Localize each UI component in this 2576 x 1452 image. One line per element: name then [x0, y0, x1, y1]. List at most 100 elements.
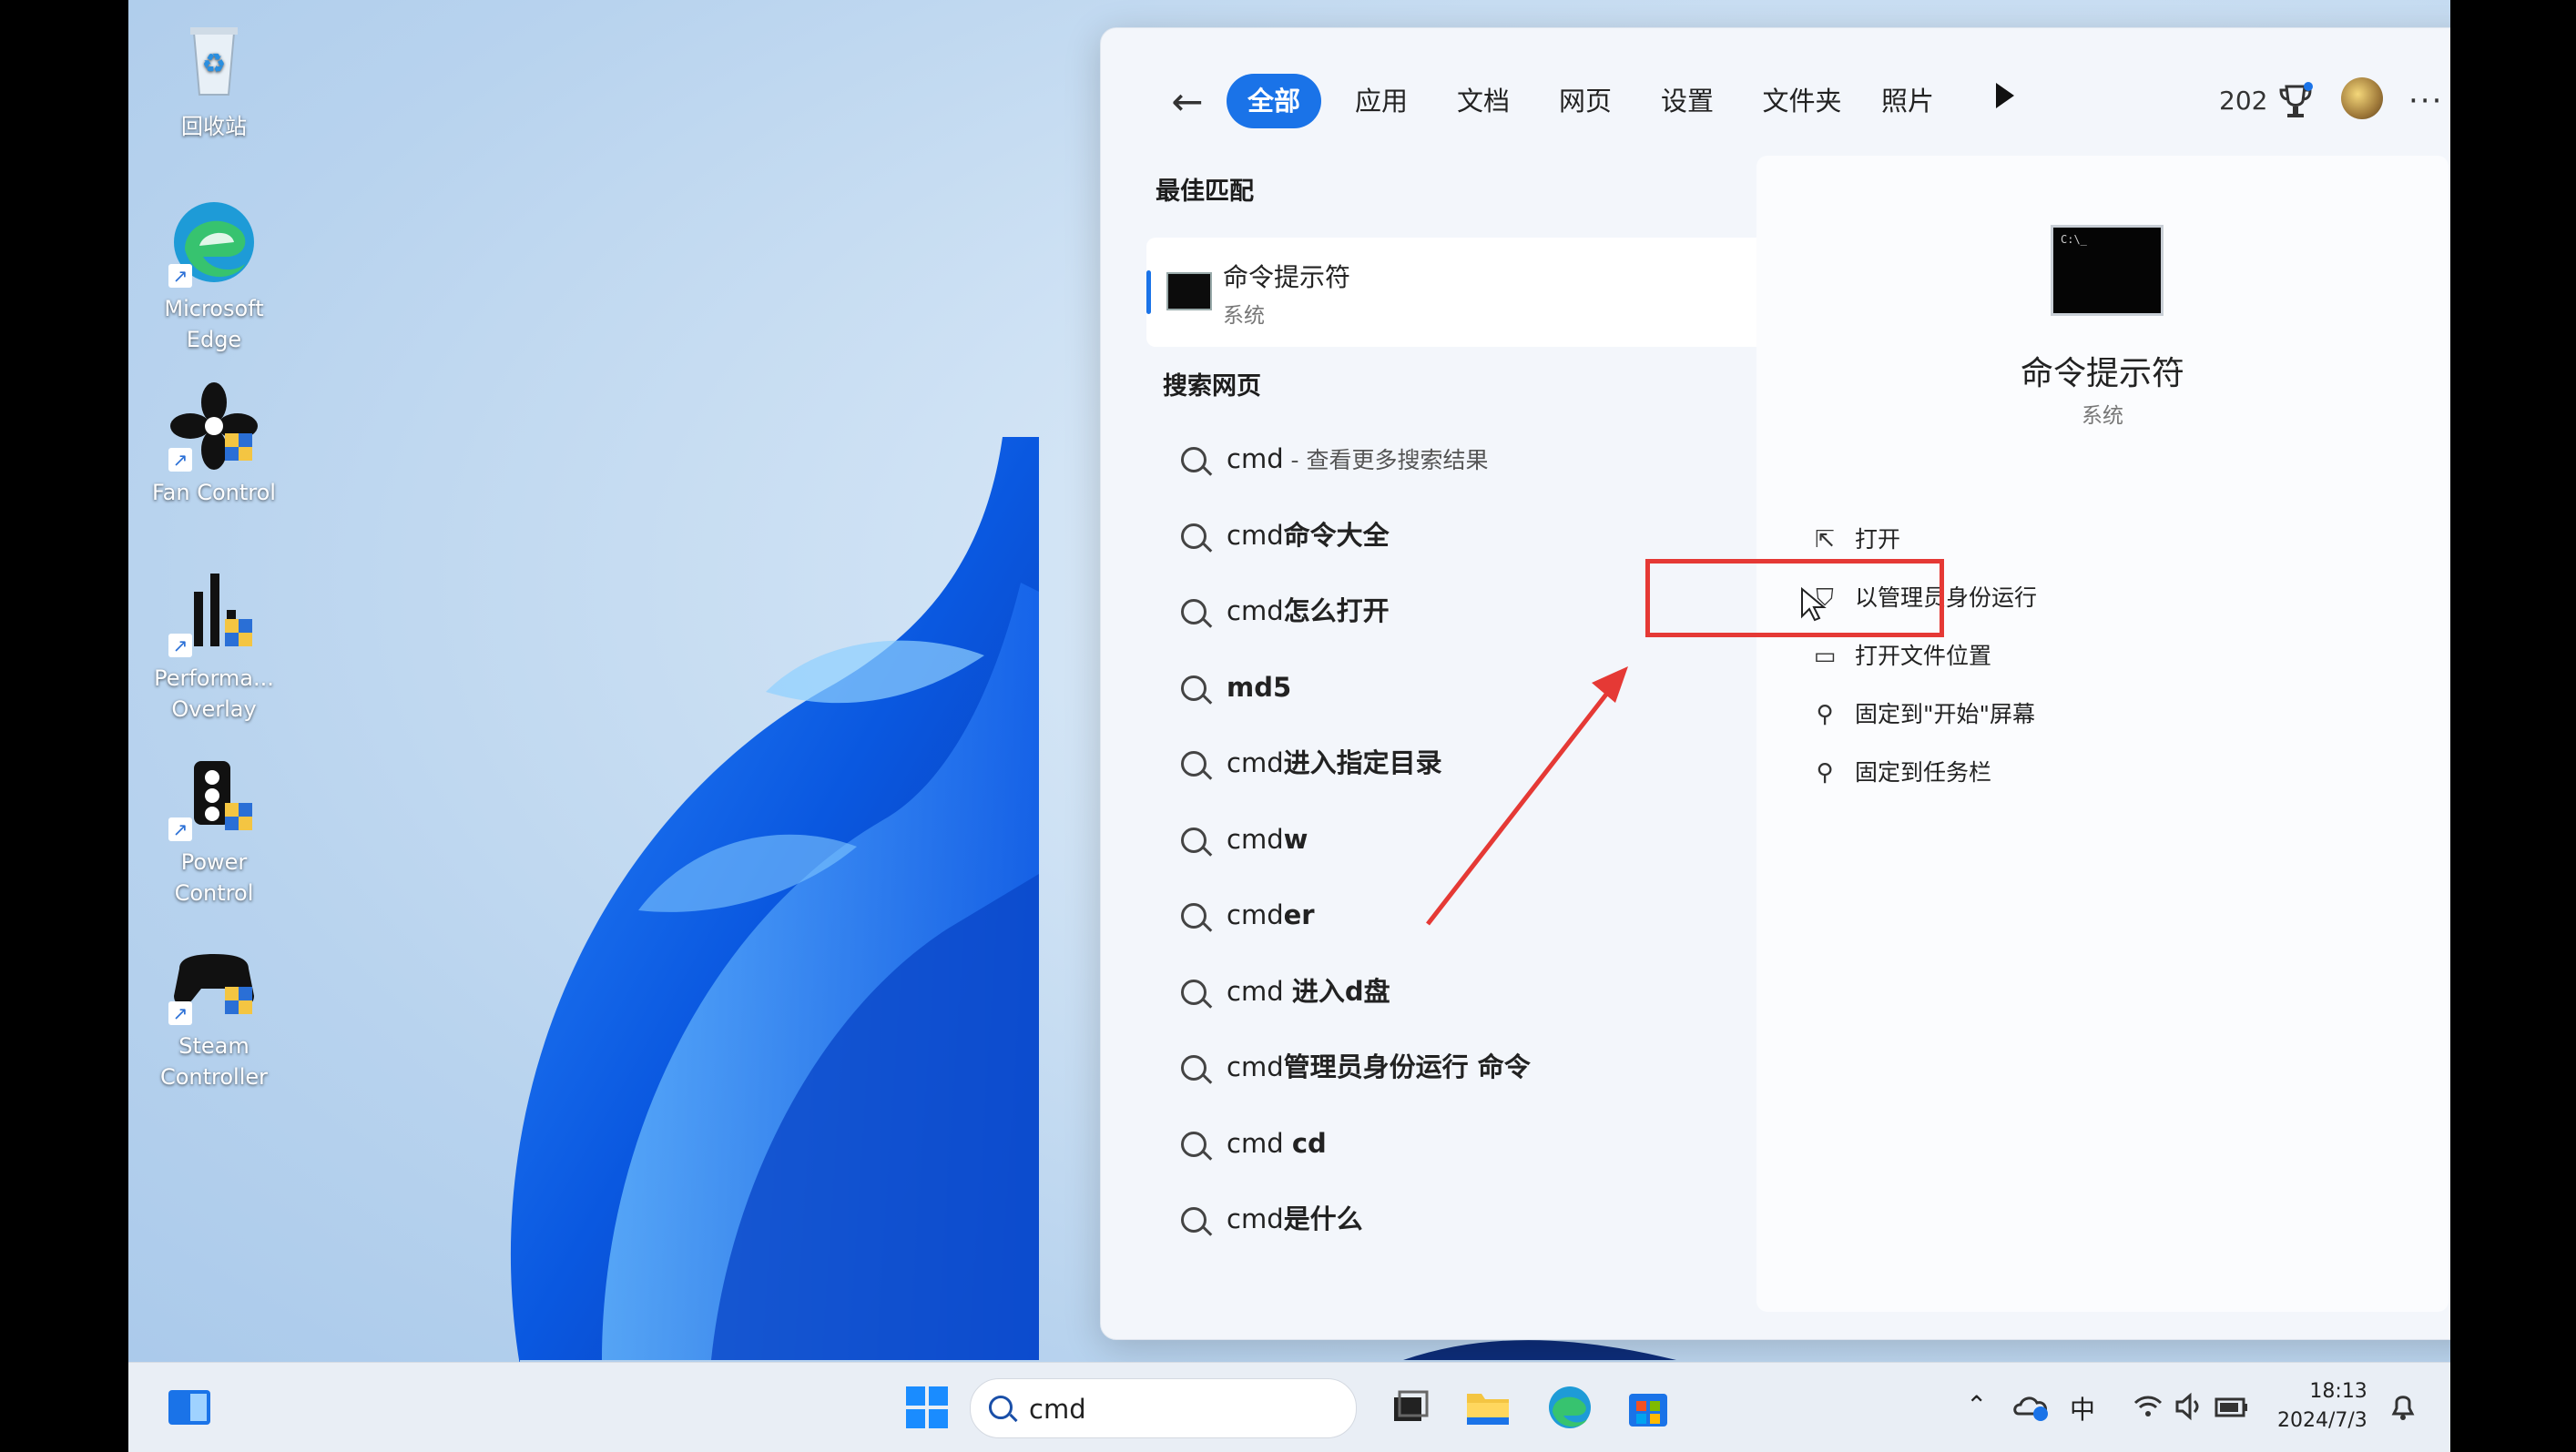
battery-icon[interactable] — [2214, 1390, 2250, 1423]
tab-documents[interactable]: 文档 — [1436, 74, 1531, 128]
action-label: 固定到任务栏 — [1855, 759, 1992, 786]
more-tabs-arrow-icon[interactable] — [1996, 83, 2014, 108]
web-suggestion-item[interactable]: cmd进入指定目录› — [1146, 726, 1802, 802]
web-suggestions: cmd - 查看更多搜索结果›cmd命令大全›cmd怎么打开›md5›cmd进入… — [1146, 421, 1802, 1258]
tab-all[interactable]: 全部 — [1227, 74, 1321, 128]
search-icon — [989, 1396, 1013, 1419]
tab-apps[interactable]: 应用 — [1334, 74, 1429, 128]
web-suggestion-item[interactable]: cmd 进入d盘› — [1146, 954, 1802, 1031]
best-match-type: 系统 — [1223, 304, 1265, 328]
web-suggestion-item[interactable]: cmd cd› — [1146, 1106, 1802, 1183]
trophy-icon[interactable] — [2277, 81, 2314, 121]
recycle-bin-icon: ♻ — [167, 13, 261, 107]
search-icon — [1181, 1131, 1207, 1157]
suggestion-query: cmd — [1227, 1051, 1284, 1082]
detail-title: 命令提示符 — [2020, 355, 2184, 392]
widgets-icon[interactable] — [165, 1383, 214, 1432]
search-icon — [1181, 903, 1207, 929]
search-icon — [1181, 599, 1207, 624]
search-panel: ← 全部 应用 文档 网页 设置 文件夹 照片 202 ··· 最佳匹配 命令提… — [1100, 27, 2450, 1340]
search-icon — [1181, 827, 1207, 853]
gamepad-icon: ↗ — [167, 932, 261, 1027]
clock-time: 18:13 — [2309, 1380, 2367, 1403]
shortcut-arrow-icon: ↗ — [168, 264, 192, 288]
suggestion-query: cmd — [1227, 1127, 1292, 1159]
action-pin-to-taskbar[interactable]: ⚲ 固定到任务栏 — [1802, 744, 2037, 802]
desktop: ♻ 回收站 ↗ Microsoft Edge ↗ Fan Control ↗ P… — [128, 0, 2450, 1451]
mouse-cursor-icon — [1801, 587, 1827, 622]
search-input[interactable] — [1027, 1388, 1331, 1430]
search-icon — [1181, 1055, 1207, 1081]
suggestion-completion: 管理员身份运行 命令 — [1283, 1051, 1531, 1082]
desktop-icon-steam-controller[interactable]: ↗ Steam Controller — [150, 932, 278, 1092]
ime-indicator[interactable]: 中 — [2070, 1390, 2095, 1427]
web-suggestion-item[interactable]: cmdw› — [1146, 802, 1802, 878]
suggestion-query: cmd — [1227, 823, 1284, 855]
suggestion-query: cmd — [1227, 1203, 1284, 1234]
edge-icon: ↗ — [167, 195, 261, 289]
fan-icon: ↗ — [167, 379, 261, 473]
volume-icon[interactable] — [2174, 1390, 2206, 1423]
svg-text:♻: ♻ — [202, 48, 227, 80]
back-arrow-icon[interactable]: ← — [1165, 79, 1210, 125]
onedrive-icon[interactable] — [2013, 1390, 2050, 1423]
highlight-box — [1645, 559, 1944, 637]
suggestion-query: cmd — [1227, 899, 1284, 930]
edge-taskbar-icon[interactable] — [1545, 1383, 1594, 1432]
folder-icon: ▭ — [1813, 643, 1837, 670]
command-prompt-icon — [1166, 272, 1212, 310]
web-suggestion-item[interactable]: cmd - 查看更多搜索结果› — [1146, 421, 1802, 498]
tab-settings[interactable]: 设置 — [1640, 74, 1735, 128]
detail-subtitle: 系统 — [2082, 404, 2123, 428]
more-options-icon[interactable]: ··· — [2408, 74, 2443, 128]
tab-web[interactable]: 网页 — [1538, 74, 1633, 128]
tab-folders[interactable]: 文件夹 — [1749, 74, 1855, 128]
user-avatar[interactable] — [2341, 77, 2383, 119]
shortcut-arrow-icon: ↗ — [168, 817, 192, 841]
start-icon[interactable] — [902, 1383, 952, 1432]
show-hidden-icons-chevron-icon[interactable]: ⌃ — [1966, 1390, 1987, 1420]
rewards-points: 202 — [2219, 86, 2268, 116]
desktop-icon-fan-control[interactable]: ↗ Fan Control — [150, 379, 278, 508]
best-match-heading: 最佳匹配 — [1156, 178, 1254, 206]
desktop-icon-label: Microsoft Edge — [164, 296, 264, 352]
suggestion-query: cmd — [1227, 443, 1284, 474]
taskbar: ⌃ 中 18:13 2024/7/3 — [128, 1362, 2450, 1452]
best-match-item[interactable]: 命令提示符 系统 — [1146, 238, 1802, 347]
taskbar-search-box[interactable] — [970, 1378, 1357, 1438]
desktop-icon-performance-overlay[interactable]: ↗ Performa... Overlay — [150, 564, 278, 725]
desktop-icon-label: Steam Controller — [159, 1033, 269, 1090]
notification-bell-icon[interactable] — [2387, 1390, 2419, 1423]
web-search-heading: 搜索网页 — [1163, 372, 1261, 401]
desktop-icon-recycle-bin[interactable]: ♻ 回收站 — [150, 13, 278, 142]
store-icon[interactable] — [1624, 1383, 1673, 1432]
suggestion-completion: 进入d盘 — [1291, 975, 1390, 1007]
desktop-icon-power-control[interactable]: ↗ Power Control — [150, 748, 278, 909]
action-label: 固定到"开始"屏幕 — [1855, 701, 2035, 727]
selection-indicator — [1146, 270, 1151, 314]
suggestion-completion: 是什么 — [1283, 1203, 1363, 1234]
shortcut-arrow-icon: ↗ — [168, 1001, 192, 1025]
desktop-icon-label: Fan Control — [152, 480, 276, 505]
suggestion-completion: 进入指定目录 — [1283, 747, 1442, 778]
wifi-icon[interactable] — [2132, 1390, 2164, 1423]
action-pin-to-start[interactable]: ⚲ 固定到"开始"屏幕 — [1802, 685, 2037, 744]
suggestion-completion: 怎么打开 — [1283, 595, 1390, 626]
action-label: 打开文件位置 — [1855, 643, 1992, 669]
web-suggestion-item[interactable]: cmd是什么› — [1146, 1182, 1802, 1258]
search-icon — [1181, 447, 1207, 472]
detail-actions: ⇱ 打开 ⛉ 以管理员身份运行 ▭ 打开文件位置 ⚲ 固定到"开始"屏幕 ⚲ 固定到任务栏 — [1802, 511, 2037, 802]
web-suggestion-item[interactable]: cmd管理员身份运行 命令› — [1146, 1030, 1802, 1106]
system-clock[interactable]: 18:13 2024/7/3 — [2277, 1377, 2367, 1436]
web-suggestion-item[interactable]: md5› — [1146, 650, 1802, 726]
search-icon — [1181, 751, 1207, 777]
shortcut-arrow-icon: ↗ — [168, 448, 192, 472]
file-explorer-icon[interactable] — [1463, 1383, 1512, 1432]
task-view-icon[interactable] — [1385, 1383, 1434, 1432]
tab-photos[interactable]: 照片 — [1860, 74, 1955, 128]
desktop-icon-edge[interactable]: ↗ Microsoft Edge — [150, 195, 278, 355]
web-suggestion-item[interactable]: cmder› — [1146, 878, 1802, 954]
desktop-icon-label: Performa... Overlay — [154, 665, 274, 722]
shortcut-arrow-icon: ↗ — [168, 634, 192, 657]
best-match-name: 命令提示符 — [1223, 262, 1351, 292]
